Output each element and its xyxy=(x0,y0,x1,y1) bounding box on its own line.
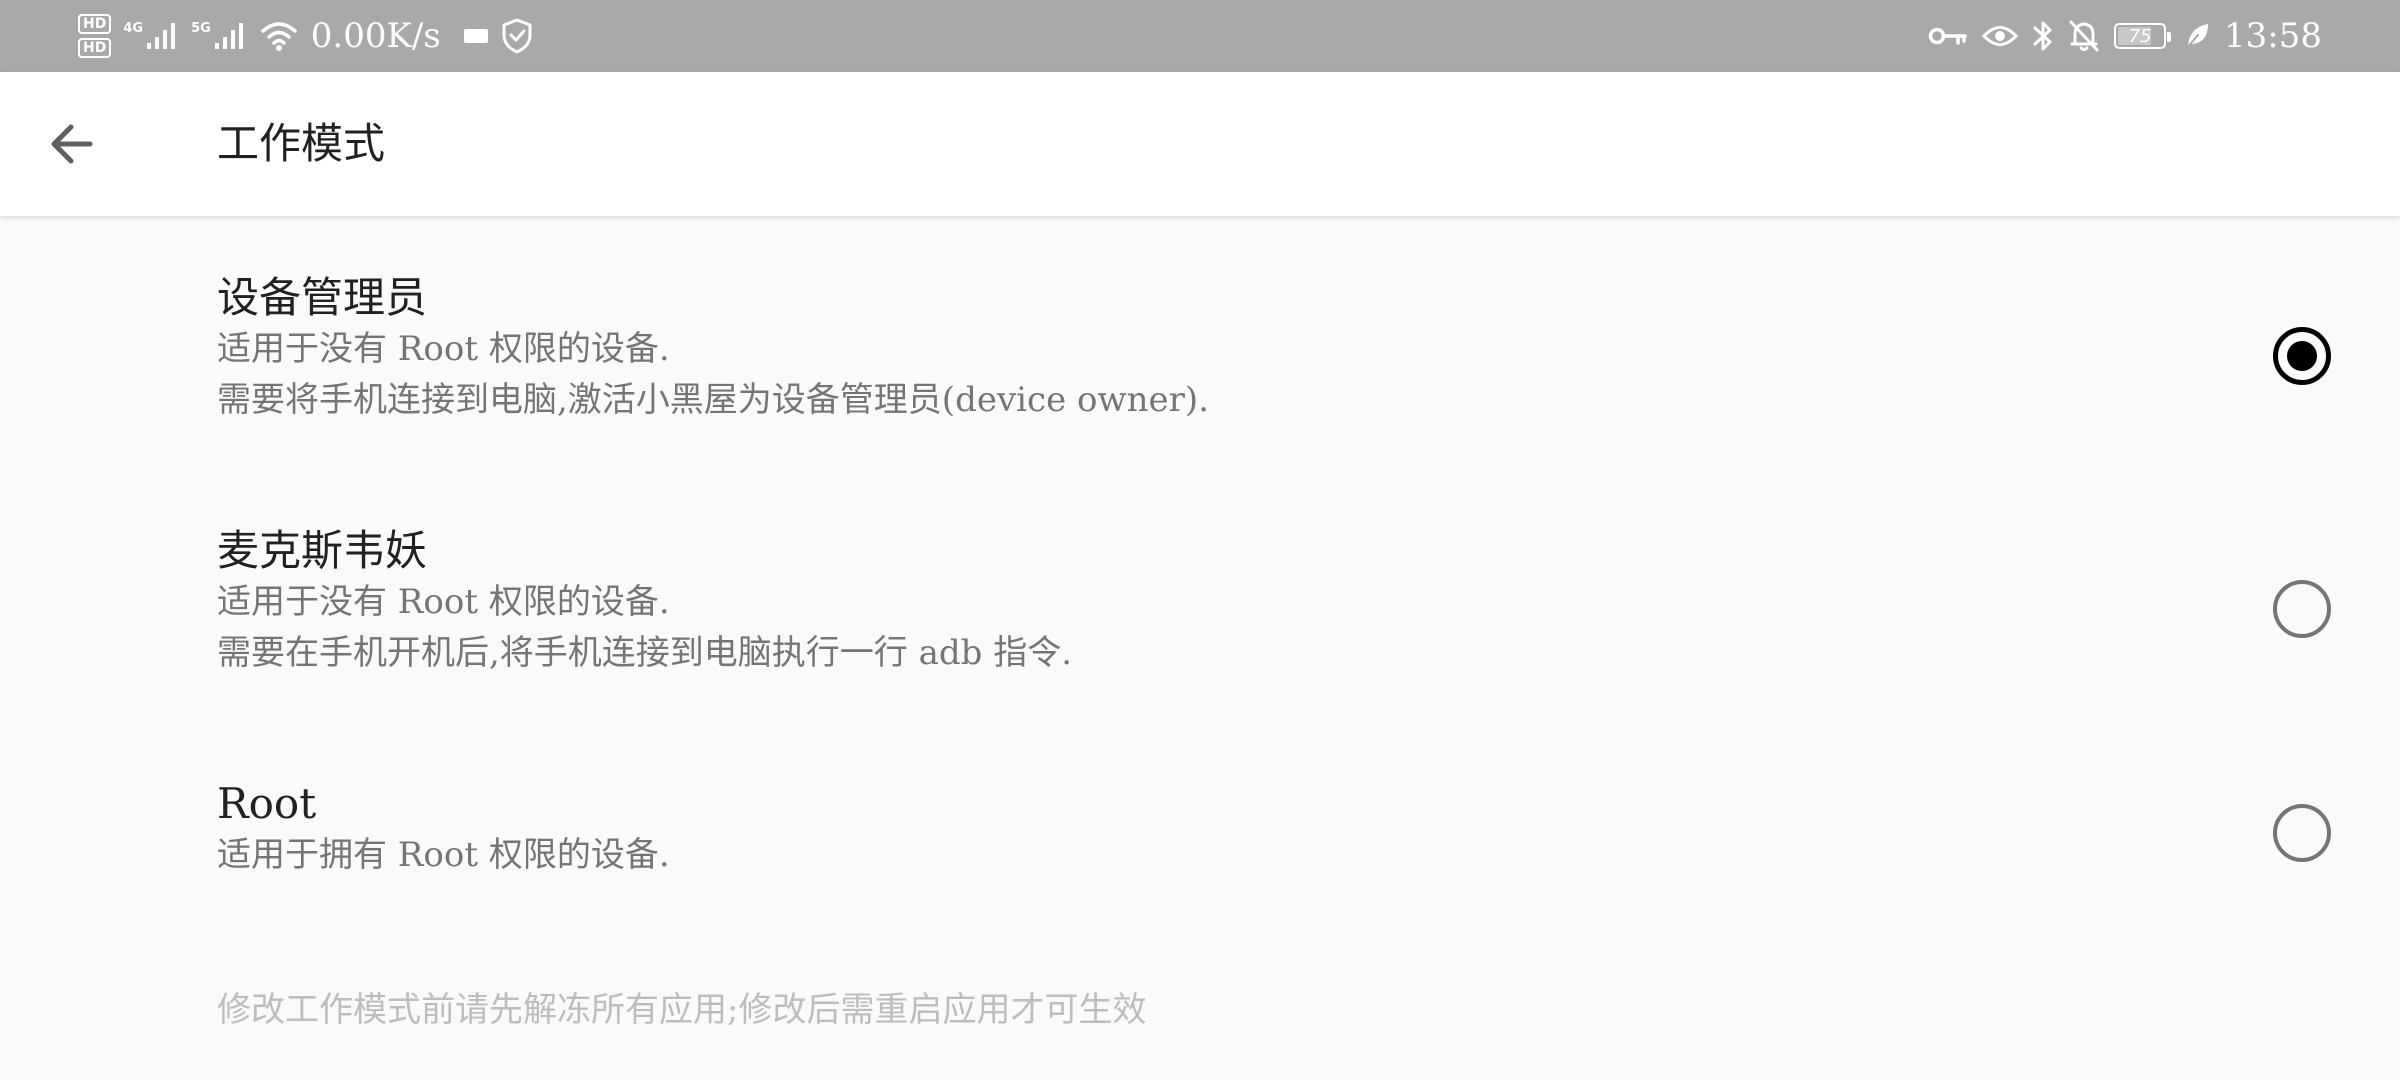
app-bar: 工作模式 xyxy=(0,72,2400,216)
status-time: 13:58 xyxy=(2224,16,2322,56)
footer-note: 修改工作模式前请先解冻所有应用;修改后需重启应用才可生效 xyxy=(217,990,1147,1030)
shield-icon xyxy=(502,18,532,54)
bell-off-icon xyxy=(2069,20,2099,52)
option-maxwell-demon[interactable]: 麦克斯韦妖 适用于没有 Root 权限的设备. 需要在手机开机后,将手机连接到电… xyxy=(0,525,2400,695)
wifi-icon xyxy=(261,22,297,51)
option-root[interactable]: Root 适用于拥有 Root 权限的设备. xyxy=(0,778,2400,898)
option-text: Root 适用于拥有 Root 权限的设备. xyxy=(217,778,670,881)
signal-5g-icon: 5G xyxy=(191,21,247,51)
hd-icon: HD HD xyxy=(78,14,112,58)
leaf-icon xyxy=(2185,24,2209,50)
radio-device-admin[interactable] xyxy=(2273,327,2331,385)
radio-selected-dot xyxy=(2287,341,2317,371)
radio-root[interactable] xyxy=(2273,804,2331,862)
option-desc-line1: 适用于拥有 Root 权限的设备. xyxy=(217,835,670,875)
hd-badge-1: HD xyxy=(78,14,112,34)
option-desc-line1: 适用于没有 Root 权限的设备. xyxy=(217,582,670,622)
battery-icon: 75 xyxy=(2114,23,2172,49)
option-desc-line2: 需要将手机连接到电脑,激活小黑屋为设备管理员(device owner). xyxy=(217,380,1209,420)
hd-badge-2: HD xyxy=(78,38,112,58)
option-desc-line2: 需要在手机开机后,将手机连接到电脑执行一行 adb 指令. xyxy=(217,633,1073,673)
status-bar-right: 75 13:58 xyxy=(1928,0,2322,72)
battery-level: 75 xyxy=(2128,25,2152,47)
network-type-4g: 4G xyxy=(123,21,144,36)
radio-maxwell-demon[interactable] xyxy=(2273,580,2331,638)
option-title: Root xyxy=(217,779,317,828)
notification-icon xyxy=(463,29,488,43)
option-title: 麦克斯韦妖 xyxy=(217,526,428,575)
key-icon xyxy=(1928,27,1967,45)
status-bar-left: HD HD 4G 5G 0.00K/s xyxy=(78,0,533,72)
network-type-5g: 5G xyxy=(191,21,211,36)
page-title: 工作模式 xyxy=(217,119,386,168)
option-desc-line1: 适用于没有 Root 权限的设备. xyxy=(217,329,670,369)
back-button[interactable] xyxy=(36,108,108,180)
option-text: 麦克斯韦妖 适用于没有 Root 权限的设备. 需要在手机开机后,将手机连接到电… xyxy=(217,525,1072,679)
eye-icon xyxy=(1982,26,2019,46)
status-bar: HD HD 4G 5G 0.00K/s 75 13:58 xyxy=(0,0,2400,72)
option-text: 设备管理员 适用于没有 Root 权限的设备. 需要将手机连接到电脑,激活小黑屋… xyxy=(217,272,1209,426)
signal-4g-icon: 4G xyxy=(123,21,179,51)
bluetooth-icon xyxy=(2033,21,2052,51)
arrow-left-icon xyxy=(51,124,93,164)
option-title: 设备管理员 xyxy=(217,273,428,322)
network-speed: 0.00K/s xyxy=(310,16,441,56)
option-device-admin[interactable]: 设备管理员 适用于没有 Root 权限的设备. 需要将手机连接到电脑,激活小黑屋… xyxy=(0,272,2400,442)
